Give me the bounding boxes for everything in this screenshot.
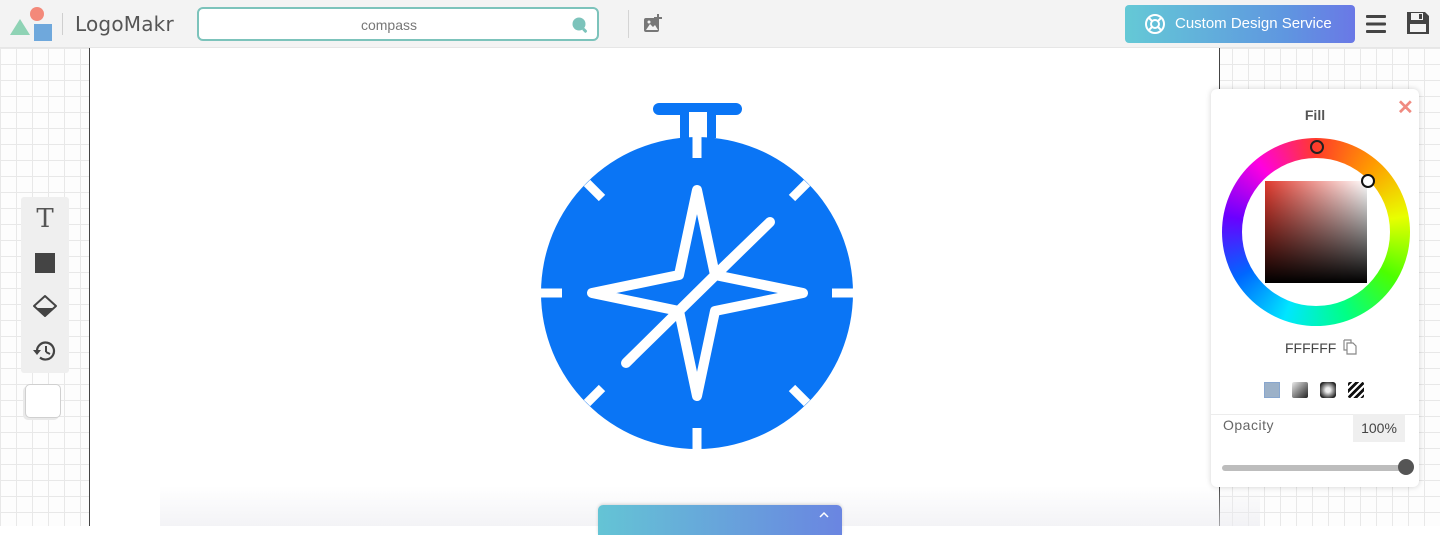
text-tool-button[interactable]: T <box>21 197 69 241</box>
history-icon <box>33 341 56 361</box>
history-tool-button[interactable] <box>21 329 69 373</box>
panel-title: Fill <box>1304 107 1326 123</box>
opacity-slider-track[interactable] <box>1222 465 1408 471</box>
app-name[interactable]: LogoMakr <box>75 12 174 36</box>
custom-design-service-label: Custom Design Service <box>1175 15 1332 32</box>
search-input[interactable] <box>207 13 571 37</box>
close-icon[interactable]: ✕ <box>1397 95 1414 120</box>
linear-gradient-button[interactable] <box>1292 382 1308 398</box>
hex-color-value[interactable]: FFFFFF <box>1285 340 1336 356</box>
custom-design-service-button[interactable]: Custom Design Service <box>1125 5 1355 43</box>
opacity-slider-thumb[interactable] <box>1398 459 1414 475</box>
hamburger-menu-icon[interactable] <box>1364 12 1388 36</box>
toolbar-separator <box>628 10 629 38</box>
hue-wheel[interactable] <box>1222 138 1410 326</box>
square-shape-icon <box>35 253 55 273</box>
opacity-label: Opacity <box>1223 417 1274 433</box>
fill-panel: Fill ✕ FFFFFF Opacity 100% <box>1211 89 1419 487</box>
left-toolbar: T <box>21 197 69 373</box>
no-fill-button[interactable] <box>1348 382 1364 398</box>
top-bar: LogoMakr Custom Design Service <box>0 0 1440 48</box>
logo-separator <box>62 13 63 35</box>
opacity-value[interactable]: 100% <box>1353 414 1405 442</box>
fill-bucket-icon <box>33 295 57 317</box>
text-icon: T <box>36 204 54 234</box>
radial-gradient-button[interactable] <box>1320 382 1336 398</box>
bottom-drawer-tab[interactable] <box>598 505 842 535</box>
copy-icon[interactable] <box>1342 339 1358 355</box>
search-box[interactable] <box>197 7 599 41</box>
compass-graphic[interactable] <box>537 100 857 452</box>
lifebuoy-icon <box>1145 14 1165 34</box>
fill-tool-button[interactable] <box>21 285 69 329</box>
search-icon[interactable] <box>571 16 589 34</box>
saturation-handle[interactable] <box>1361 174 1375 188</box>
solid-fill-button[interactable] <box>1264 382 1280 398</box>
logomakr-logo-icon[interactable] <box>8 5 54 43</box>
add-image-icon[interactable] <box>642 13 664 35</box>
save-icon[interactable] <box>1405 10 1431 36</box>
saturation-value-square[interactable] <box>1265 181 1367 283</box>
shape-tool-button[interactable] <box>21 241 69 285</box>
hue-handle[interactable] <box>1310 140 1324 154</box>
chevron-up-icon <box>819 511 829 518</box>
color-swatch[interactable] <box>25 384 61 418</box>
